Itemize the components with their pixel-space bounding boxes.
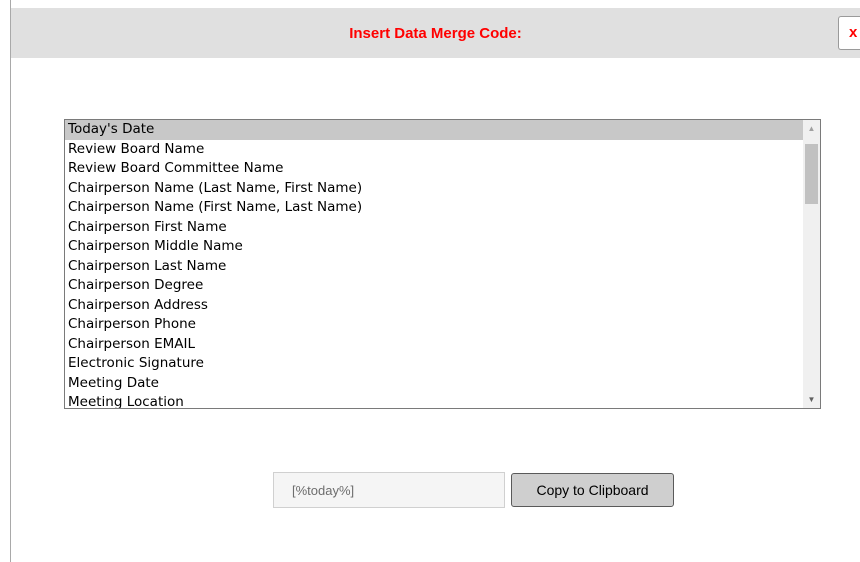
merge-code-option[interactable]: Meeting Location xyxy=(65,393,803,408)
dialog-title: Insert Data Merge Code: xyxy=(349,25,522,42)
merge-code-list: Today's Date Review Board Name Review Boar… xyxy=(65,120,803,408)
merge-code-option[interactable]: Today's Date xyxy=(65,120,803,140)
merge-code-option[interactable]: Chairperson Address xyxy=(65,296,803,316)
merge-code-dialog: Insert Data Merge Code: x Today's Date Re… xyxy=(10,0,860,562)
dialog-titlebar: Insert Data Merge Code: xyxy=(11,8,860,58)
merge-code-option[interactable]: Chairperson First Name xyxy=(65,218,803,238)
merge-code-option[interactable]: Chairperson Degree xyxy=(65,276,803,296)
merge-code-option[interactable]: Chairperson Phone xyxy=(65,315,803,335)
scrollbar-thumb[interactable] xyxy=(805,144,818,204)
merge-code-option[interactable]: Chairperson Middle Name xyxy=(65,237,803,257)
merge-code-option[interactable]: Chairperson Name (First Name, Last Name) xyxy=(65,198,803,218)
merge-code-option[interactable]: Chairperson EMAIL xyxy=(65,335,803,355)
merge-code-option[interactable]: Chairperson Last Name xyxy=(65,257,803,277)
scroll-up-arrow-icon[interactable]: ▲ xyxy=(803,120,820,137)
merge-code-option[interactable]: Chairperson Name (Last Name, First Name) xyxy=(65,179,803,199)
merge-code-option[interactable]: Electronic Signature xyxy=(65,354,803,374)
merge-code-option[interactable]: Review Board Name xyxy=(65,140,803,160)
merge-code-option[interactable]: Meeting Date xyxy=(65,374,803,394)
close-button[interactable]: x xyxy=(838,16,860,50)
merge-code-listbox[interactable]: Today's Date Review Board Name Review Boar… xyxy=(64,119,821,409)
scroll-down-arrow-icon[interactable]: ▼ xyxy=(803,391,820,408)
listbox-scrollbar[interactable]: ▲ ▼ xyxy=(803,120,820,408)
merge-code-option[interactable]: Review Board Committee Name xyxy=(65,159,803,179)
copy-to-clipboard-button[interactable]: Copy to Clipboard xyxy=(511,473,674,507)
merge-code-field[interactable] xyxy=(273,472,505,508)
